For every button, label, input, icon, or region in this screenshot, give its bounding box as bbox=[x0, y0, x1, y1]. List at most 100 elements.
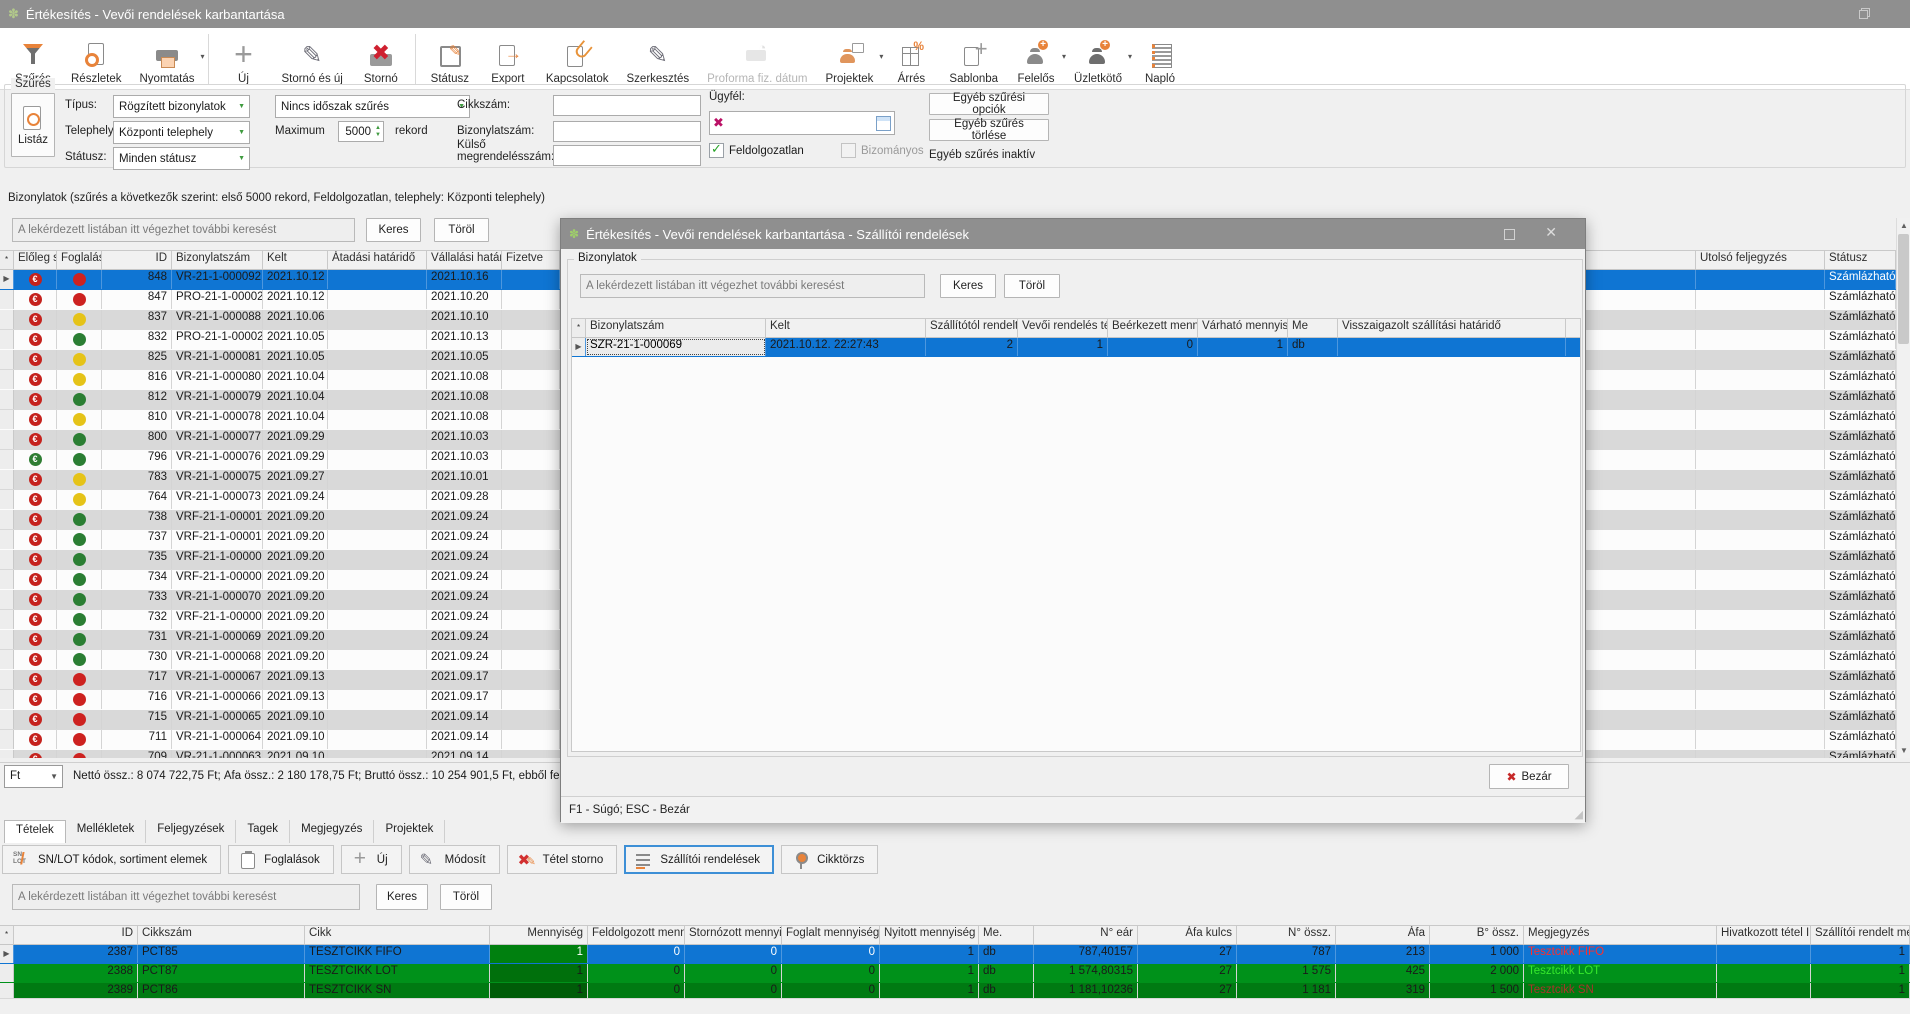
main-keres-button[interactable]: Keres bbox=[366, 218, 421, 242]
column-header-storno[interactable]: Stornózott mennyi bbox=[685, 926, 782, 944]
column-header-beerkezett[interactable]: Beérkezett menny bbox=[1108, 319, 1198, 337]
main-torol-button[interactable]: Töröl bbox=[434, 218, 489, 242]
tab-mellekletek[interactable]: Mellékletek bbox=[66, 820, 147, 843]
szallitoi-rendelesek-button[interactable]: Szállítói rendelések bbox=[624, 845, 774, 874]
column-header-foglalt[interactable]: Foglalt mennyiség bbox=[782, 926, 880, 944]
egyeb-szuresi-opciok-button[interactable]: Egyéb szűrési opciók bbox=[929, 93, 1049, 115]
column-header-afa[interactable]: Áfa bbox=[1336, 926, 1430, 944]
cikkszam-field[interactable] bbox=[553, 95, 701, 116]
toolbar-button-uzletkoto[interactable]: ▾Üzletkötő bbox=[1065, 30, 1131, 89]
scrollbar-thumb[interactable] bbox=[1898, 234, 1909, 344]
modosit-button[interactable]: Módosít bbox=[409, 845, 500, 874]
column-header-utolso[interactable]: Utolsó feljegyzés bbox=[1696, 251, 1825, 269]
spin-down-icon[interactable]: ▼ bbox=[375, 132, 381, 138]
restore-window-icon[interactable] bbox=[1859, 8, 1870, 19]
vertical-scrollbar[interactable]: ▲ ▼ bbox=[1896, 218, 1910, 758]
column-header-kelt[interactable]: Kelt bbox=[766, 319, 926, 337]
bezar-button[interactable]: ✖ Bezár bbox=[1489, 764, 1569, 789]
ugyfel-field[interactable]: ✖ bbox=[709, 111, 895, 135]
tab-tagek[interactable]: Tagek bbox=[236, 820, 290, 843]
snlot-kodok-button[interactable]: SN/LOT kódok, sortiment elemek bbox=[2, 845, 221, 874]
column-header-vissza[interactable]: Visszaigazolt szállítási határidő bbox=[1338, 319, 1566, 337]
column-header-eloleg[interactable]: Előleg s bbox=[14, 251, 57, 269]
column-header-cikkszam[interactable]: Cikkszám bbox=[138, 926, 305, 944]
uj-button[interactable]: Új bbox=[341, 845, 402, 874]
column-header-hivatkozott[interactable]: Hivatkozott tétel II bbox=[1717, 926, 1811, 944]
lookup-icon[interactable] bbox=[876, 116, 891, 131]
dialog-torol-button[interactable]: Töröl bbox=[1004, 274, 1060, 298]
toolbar-button-arres[interactable]: Árrés bbox=[882, 30, 940, 89]
tab-megjegyzes[interactable]: Megjegyzés bbox=[290, 820, 374, 843]
clear-x-icon[interactable]: ✖ bbox=[713, 115, 724, 131]
column-header-feld[interactable]: Feldolgozott menn bbox=[588, 926, 685, 944]
column-header-me[interactable]: Me. bbox=[979, 926, 1034, 944]
bottom-search-input[interactable] bbox=[12, 884, 360, 910]
kulso-megrendelesszam-field[interactable] bbox=[553, 145, 701, 166]
table-row[interactable]: ▶2387PCT85TESZTCIKK FIFO10001db787,40157… bbox=[0, 945, 1910, 964]
column-header-near[interactable]: N° eár bbox=[1034, 926, 1138, 944]
column-header-atadasi[interactable]: Átadási határidő bbox=[328, 251, 427, 269]
tipus-select[interactable]: Rögzített bizonylatok ▼ bbox=[113, 95, 250, 118]
dialog-keres-button[interactable]: Keres bbox=[940, 274, 996, 298]
table-row[interactable]: 2388PCT87TESZTCIKK LOT10001db1 574,80315… bbox=[0, 964, 1910, 983]
toolbar-button-sablonba[interactable]: Sablonba bbox=[940, 30, 1007, 89]
currency-select[interactable]: Ft ▼ bbox=[4, 765, 63, 788]
column-header-menny[interactable]: Mennyiség bbox=[490, 926, 588, 944]
cikktorzs-button[interactable]: Cikktörzs bbox=[781, 845, 878, 874]
toolbar-button-storno[interactable]: Stornó bbox=[352, 30, 410, 89]
horizontal-scrollbar[interactable] bbox=[0, 998, 1910, 1014]
column-header-cikk[interactable]: Cikk bbox=[305, 926, 490, 944]
column-header-szallitoi[interactable]: Szállítói rendelt me bbox=[1811, 926, 1910, 944]
bizonylatszam-field[interactable] bbox=[553, 121, 701, 142]
scroll-up-icon[interactable]: ▲ bbox=[1897, 218, 1910, 233]
column-header-statusz[interactable]: Státusz bbox=[1825, 251, 1896, 269]
scroll-down-icon[interactable]: ▼ bbox=[1897, 743, 1910, 758]
toolbar-button-export[interactable]: Export bbox=[479, 30, 537, 89]
column-header-vallalasi[interactable]: Vállalási határ bbox=[427, 251, 502, 269]
toolbar-button-projektek[interactable]: ▾Projektek bbox=[816, 30, 882, 89]
spin-up-icon[interactable]: ▲ bbox=[375, 125, 381, 131]
column-header-fizetve[interactable]: Fizetve bbox=[502, 251, 560, 269]
main-search-input[interactable] bbox=[12, 218, 355, 242]
idoszak-select[interactable]: Nincs időszak szűrés ▼ bbox=[275, 95, 470, 118]
toolbar-button-kapcsolatok[interactable]: Kapcsolatok bbox=[537, 30, 618, 89]
foglalasok-button[interactable]: Foglalások bbox=[228, 845, 334, 874]
resize-grip-icon[interactable]: ◢ bbox=[1575, 808, 1583, 821]
toolbar-button-reszletek[interactable]: Részletek bbox=[62, 30, 131, 89]
listaz-button[interactable]: Listáz bbox=[11, 93, 55, 157]
toolbar-button-statusz[interactable]: Státusz bbox=[421, 30, 479, 89]
feldolgozatlan-checkbox[interactable]: Feldolgozatlan bbox=[709, 143, 804, 158]
toolbar-button-nyomtatas[interactable]: ▾Nyomtatás bbox=[131, 30, 204, 89]
column-header-nyitott[interactable]: Nyitott mennyiség bbox=[880, 926, 979, 944]
dialog-search-input[interactable] bbox=[580, 274, 925, 298]
close-icon[interactable]: ✕ bbox=[1545, 224, 1557, 241]
bottom-torol-button[interactable]: Töröl bbox=[440, 884, 492, 910]
column-header-bizonylatszam[interactable]: Bizonylatszám bbox=[586, 319, 766, 337]
egyeb-szures-torlese-button[interactable]: Egyéb szűrés törlése bbox=[929, 119, 1049, 141]
tab-feljegyzesek[interactable]: Feljegyzések bbox=[146, 820, 236, 843]
tab-projektek[interactable]: Projektek bbox=[374, 820, 445, 843]
telephely-select[interactable]: Központi telephely ▼ bbox=[113, 121, 250, 144]
toolbar-button-naplo[interactable]: Napló bbox=[1131, 30, 1189, 89]
column-header-id[interactable]: ID bbox=[14, 926, 138, 944]
column-header-szallitotol[interactable]: Szállítótól rendelt bbox=[926, 319, 1018, 337]
bottom-keres-button[interactable]: Keres bbox=[376, 884, 428, 910]
column-header-nossz[interactable]: N° össz. bbox=[1237, 926, 1336, 944]
column-header-varhato[interactable]: Várható mennyisé bbox=[1198, 319, 1288, 337]
maximum-rekord-stepper[interactable]: 5000 ▲ ▼ bbox=[338, 121, 384, 142]
column-header-foglalas[interactable]: Foglalás bbox=[57, 251, 102, 269]
column-header-afakulcs[interactable]: Áfa kulcs bbox=[1138, 926, 1237, 944]
maximize-icon[interactable] bbox=[1504, 229, 1515, 240]
column-header-id[interactable]: ID bbox=[102, 251, 172, 269]
column-header-me[interactable]: Me bbox=[1288, 319, 1338, 337]
column-header-megj[interactable]: Megjegyzés bbox=[1524, 926, 1717, 944]
column-header-bossz[interactable]: B° össz. bbox=[1430, 926, 1524, 944]
toolbar-button-szerkesztes[interactable]: Szerkesztés bbox=[618, 30, 699, 89]
column-header-vevoi[interactable]: Vevői rendelés té bbox=[1018, 319, 1108, 337]
dialog-titlebar[interactable]: ✽ Értékesítés - Vevői rendelések karbant… bbox=[561, 219, 1585, 249]
toolbar-button-felelos[interactable]: ▾Felelős bbox=[1007, 30, 1065, 89]
table-row[interactable]: ▶SZR-21-1-0000692021.10.12. 22:27:432101… bbox=[572, 338, 1580, 357]
tab-tetelek[interactable]: Tételek bbox=[4, 820, 66, 843]
tetel-storno-button[interactable]: Tétel storno bbox=[507, 845, 618, 874]
column-header-bizonylatszam[interactable]: Bizonylatszám bbox=[172, 251, 263, 269]
